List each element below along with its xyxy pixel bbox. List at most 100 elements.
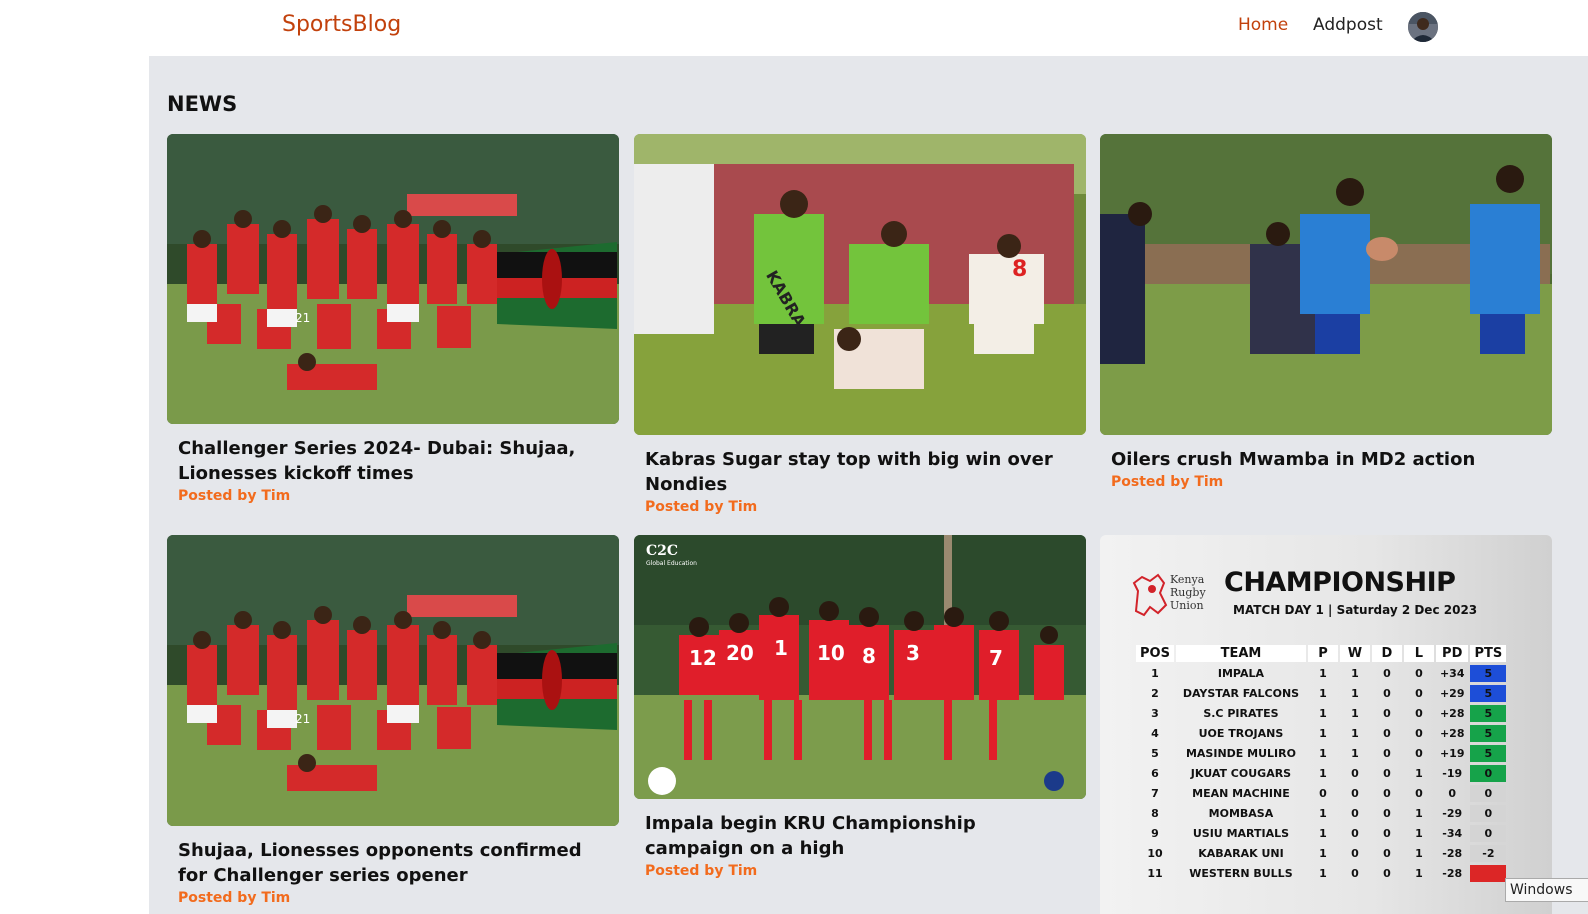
standings-cell-team: DAYSTAR FALCONS: [1182, 687, 1300, 700]
standings-cell-pos: 3: [1151, 707, 1159, 720]
standings-cell-pd: +29: [1439, 687, 1465, 700]
post-card[interactable]: 21 Shujaa, Lionesses opponents confirmed…: [167, 535, 619, 906]
nav-home-link[interactable]: Home: [1238, 15, 1288, 35]
standings-cell-l: 0: [1415, 747, 1423, 760]
post-title[interactable]: Oilers crush Mwamba in MD2 action: [1111, 447, 1541, 472]
team-celebration-photo: 21: [167, 134, 619, 424]
standings-row: 2 DAYSTAR FALCONS 1 1 0 0 +29 5: [1136, 685, 1507, 702]
standings-cell-team: MEAN MACHINE: [1192, 787, 1290, 800]
standings-cell-w: 1: [1351, 727, 1359, 740]
news-section-title: NEWS: [167, 92, 238, 116]
post-image[interactable]: [1100, 134, 1552, 435]
standings-cell-p: 1: [1319, 727, 1327, 740]
standings-cell-w: 1: [1351, 747, 1359, 760]
standings-cell-d: 0: [1383, 807, 1391, 820]
svg-text:7: 7: [989, 646, 1003, 670]
svg-text:10: 10: [817, 641, 845, 665]
standings-cell-pts: 0: [1470, 825, 1507, 842]
brand-logo-link[interactable]: SportsBlog: [282, 12, 401, 37]
col-p: P: [1307, 645, 1338, 662]
standings-subheading: MATCH DAY 1 | Saturday 2 Dec 2023: [1233, 603, 1478, 617]
standings-cell-w: 0: [1351, 867, 1359, 880]
standings-cell-pos: 11: [1147, 867, 1163, 880]
post-card[interactable]: KABRA 8 Kabras Sugar stay top with big w…: [634, 134, 1086, 515]
rugby-tackle-photo: KABRA 8: [634, 134, 1086, 435]
standings-cell-d: 0: [1383, 707, 1391, 720]
standings-cell-p: 1: [1319, 747, 1327, 760]
nav-addpost-link[interactable]: Addpost: [1313, 15, 1383, 35]
user-avatar[interactable]: [1408, 12, 1438, 42]
post-card[interactable]: 21 Challenger Series 2024- Dubai: Shujaa…: [167, 134, 619, 504]
standings-cell-pts: 5: [1470, 685, 1507, 702]
svg-text:1: 1: [774, 636, 788, 660]
standings-cell-l: 1: [1415, 847, 1423, 860]
standings-cell-pos: 2: [1151, 687, 1159, 700]
rugby-carry-photo: [1100, 134, 1552, 435]
standings-cell-p: 1: [1319, 847, 1327, 860]
standings-cell-w: 1: [1351, 667, 1359, 680]
post-card[interactable]: C2C Global Education 12 20 1 10 8 3 7 Im…: [634, 535, 1086, 879]
standings-cell-team: IMPALA: [1217, 667, 1265, 680]
standings-cell-p: 0: [1319, 787, 1327, 800]
col-w: W: [1339, 645, 1370, 662]
post-image[interactable]: C2C Global Education 12 20 1 10 8 3 7: [634, 535, 1086, 799]
standings-row: 1 IMPALA 1 1 0 0 +34 5: [1136, 665, 1507, 682]
post-image[interactable]: 21: [167, 134, 619, 424]
post-card[interactable]: Kenya Rugby Union CHAMPIONSHIP MATCH DAY…: [1100, 535, 1552, 914]
top-navbar: SportsBlog Home Addpost: [0, 0, 1588, 56]
svg-text:8: 8: [1012, 257, 1027, 282]
col-pts: PTS: [1470, 645, 1507, 662]
standings-cell-team: USIU MARTIALS: [1192, 827, 1290, 840]
standings-cell-pts: 5: [1470, 725, 1507, 742]
windows-activation-overlay: Windows: [1505, 878, 1588, 902]
standings-header-row: POS TEAM P W D L PD PTS: [1136, 645, 1507, 662]
standings-cell-pts: 0: [1470, 805, 1507, 822]
post-image[interactable]: KABRA 8: [634, 134, 1086, 435]
standings-cell-w: 0: [1351, 767, 1359, 780]
post-author: Posted by Tim: [1111, 474, 1224, 490]
standings-cell-l: 1: [1415, 827, 1423, 840]
standings-cell-p: 1: [1319, 867, 1327, 880]
col-pd: PD: [1435, 645, 1469, 662]
standings-cell-p: 1: [1319, 807, 1327, 820]
standings-row: 4 UOE TROJANS 1 1 0 0 +28 5: [1136, 725, 1507, 742]
standings-cell-pd: +34: [1439, 667, 1465, 680]
standings-cell-d: 0: [1383, 667, 1391, 680]
post-image[interactable]: Kenya Rugby Union CHAMPIONSHIP MATCH DAY…: [1100, 535, 1552, 914]
standings-cell-l: 0: [1415, 687, 1423, 700]
standings-cell-pd: +19: [1439, 747, 1465, 760]
standings-cell-d: 0: [1383, 747, 1391, 760]
standings-cell-l: 1: [1415, 807, 1423, 820]
standings-cell-pos: 1: [1151, 667, 1159, 680]
standings-cell-d: 0: [1383, 827, 1391, 840]
post-title[interactable]: Kabras Sugar stay top with big win over …: [645, 447, 1075, 497]
standings-cell-d: 0: [1383, 867, 1391, 880]
standings-cell-l: 0: [1415, 727, 1423, 740]
standings-cell-team: UOE TROJANS: [1198, 727, 1284, 740]
standings-row: 3 S.C PIRATES 1 1 0 0 +28 5: [1136, 705, 1507, 722]
svg-text:21: 21: [295, 311, 310, 325]
post-title[interactable]: Challenger Series 2024- Dubai: Shujaa, L…: [178, 436, 608, 486]
standings-cell-d: 0: [1383, 767, 1391, 780]
standings-cell-p: 1: [1319, 767, 1327, 780]
post-title[interactable]: Impala begin KRU Championship campaign o…: [645, 811, 1075, 861]
svg-text:8: 8: [862, 644, 876, 668]
standings-cell-pd: -28: [1442, 847, 1463, 860]
standings-row: 9 USIU MARTIALS 1 0 0 1 -34 0: [1136, 825, 1507, 842]
standings-cell-pd: +28: [1439, 727, 1465, 740]
post-card[interactable]: Oilers crush Mwamba in MD2 action Posted…: [1100, 134, 1552, 490]
standings-cell-w: 0: [1351, 787, 1359, 800]
post-image[interactable]: 21: [167, 535, 619, 826]
standings-cell-team: WESTERN BULLS: [1189, 867, 1293, 880]
standings-cell-pts: 5: [1470, 665, 1507, 682]
standings-cell-pts: 0: [1470, 765, 1507, 782]
standings-cell-l: 1: [1415, 767, 1423, 780]
standings-row: 5 MASINDE MULIRO 1 1 0 0 +19 5: [1136, 745, 1507, 762]
standings-cell-pts: [1470, 865, 1507, 882]
post-title[interactable]: Shujaa, Lionesses opponents confirmed fo…: [178, 838, 608, 888]
standings-cell-p: 1: [1319, 687, 1327, 700]
main-content: NEWS 21 Challenger Series 2024- Dubai: S…: [149, 56, 1588, 914]
standings-cell-pos: 7: [1151, 787, 1159, 800]
standings-cell-team: MASINDE MULIRO: [1185, 747, 1296, 760]
standings-cell-pos: 4: [1151, 727, 1159, 740]
